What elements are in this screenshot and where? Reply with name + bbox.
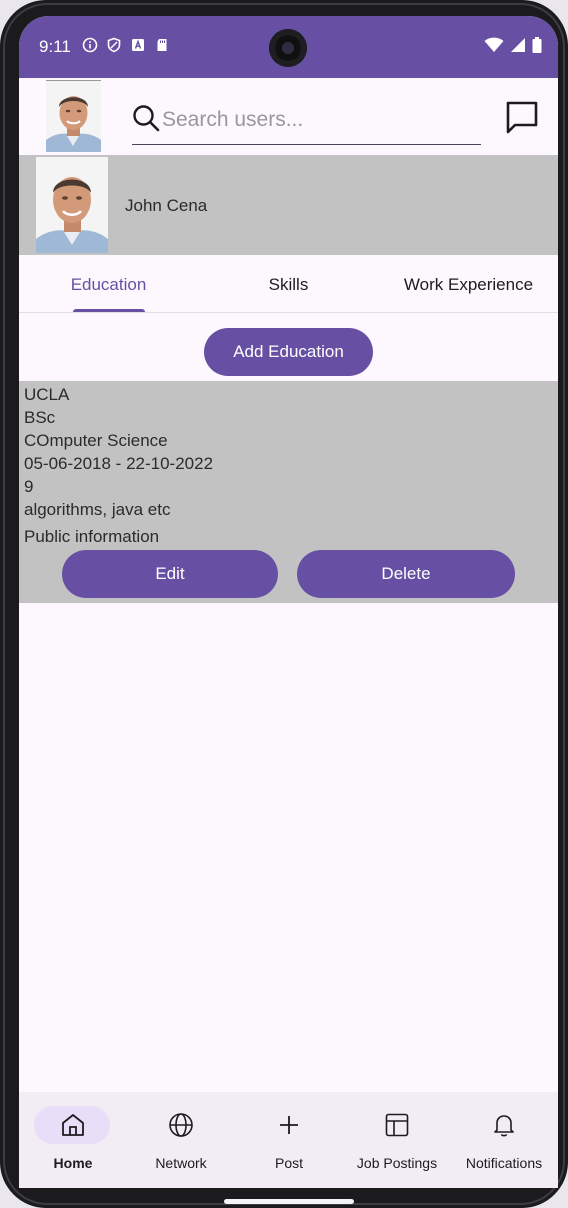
profile-banner: John Cena	[19, 155, 558, 255]
phone-frame: 9:11 Search users... John Cena Education…	[0, 0, 568, 1208]
nav-label-post: Post	[274, 1155, 303, 1171]
sd-card-icon	[157, 39, 167, 51]
education-card: UCLA BSc COmputer Science 05-06-2018 - 2…	[19, 381, 558, 603]
add-education-button[interactable]: Add Education	[204, 328, 373, 376]
search-input[interactable]	[160, 102, 474, 138]
chat-bubble-icon[interactable]	[503, 98, 541, 136]
shield-icon	[107, 37, 121, 53]
edu-field: COmputer Science	[24, 431, 168, 450]
edu-grade: 9	[24, 477, 34, 496]
signal-icon	[511, 38, 525, 52]
app-header	[19, 78, 558, 155]
home-icon	[62, 1114, 84, 1136]
search-box	[132, 96, 481, 145]
edu-degree: BSc	[24, 408, 56, 427]
nav-label-job-postings: Job Postings	[356, 1155, 438, 1171]
nav-item-network[interactable]: Network	[127, 1092, 235, 1188]
nav-item-notifications[interactable]: Notifications	[451, 1092, 558, 1188]
header-avatar[interactable]	[46, 80, 101, 152]
status-bar: 9:11	[19, 16, 558, 78]
tab-work-experience[interactable]: Work Experience	[379, 255, 558, 312]
tab-bar: Education Skills Work Experience	[19, 255, 558, 313]
edu-school: UCLA	[24, 385, 70, 404]
status-time: 9:11	[39, 37, 71, 56]
status-icons-left	[82, 37, 170, 53]
edu-description: algorithms, java etc	[24, 500, 171, 519]
wifi-icon	[484, 37, 504, 52]
edit-button[interactable]: Edit	[62, 550, 278, 598]
profile-name: John Cena	[125, 196, 208, 215]
active-tab-indicator	[73, 309, 145, 312]
nav-item-home[interactable]: Home	[19, 1092, 127, 1188]
nav-label-notifications: Notifications	[465, 1155, 543, 1171]
nav-label-network: Network	[155, 1155, 207, 1171]
nav-item-post[interactable]: Post	[235, 1092, 343, 1188]
tab-skills[interactable]: Skills	[198, 255, 379, 312]
profile-avatar	[36, 157, 108, 253]
layout-icon	[385, 1113, 409, 1137]
bell-icon	[494, 1115, 514, 1137]
globe-icon	[169, 1113, 193, 1137]
nav-label-home: Home	[53, 1155, 93, 1171]
status-icons-right	[484, 37, 542, 53]
info-icon	[82, 37, 98, 53]
camera-cutout	[269, 29, 307, 67]
delete-button[interactable]: Delete	[297, 550, 515, 598]
home-gesture-bar[interactable]	[224, 1199, 354, 1204]
nav-item-job-postings[interactable]: Job Postings	[343, 1092, 451, 1188]
tab-education[interactable]: Education	[19, 255, 198, 312]
font-a-icon	[132, 39, 144, 51]
bottom-navigation: Home Network Post Job Postings Notificat…	[19, 1092, 558, 1188]
battery-icon	[532, 37, 542, 53]
search-icon[interactable]	[132, 104, 160, 132]
app-screen: 9:11 Search users... John Cena Education…	[19, 16, 558, 1188]
edu-dates: 05-06-2018 - 22-10-2022	[24, 454, 214, 473]
plus-icon	[280, 1116, 298, 1134]
edu-visibility: Public information	[24, 527, 160, 546]
